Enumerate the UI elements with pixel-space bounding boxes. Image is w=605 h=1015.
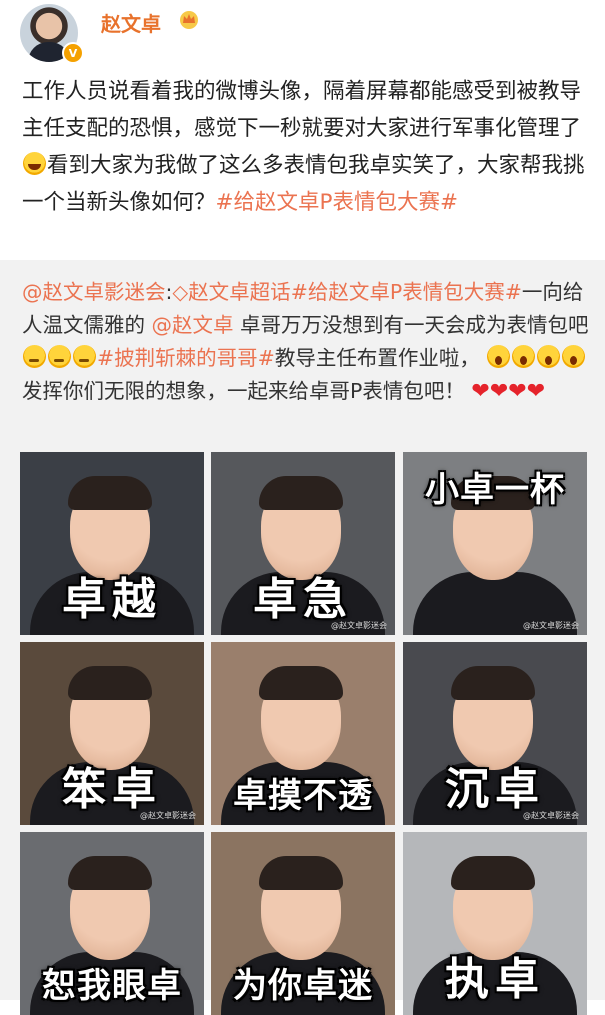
meme-caption: 卓急 (253, 574, 353, 625)
heart-icon: ❤ (526, 379, 546, 404)
post-header: V 赵文卓 (0, 0, 605, 68)
thinking-emoji-icon (23, 345, 46, 368)
meme-watermark: @赵文卓影迷会 (140, 811, 196, 820)
repost-text-3: 教导主任布置作业啦， (274, 346, 480, 370)
meme-person-hair (451, 666, 535, 700)
scream-emoji-icon (512, 345, 536, 368)
meme-watermark: @赵文卓影迷会 (523, 811, 579, 820)
meme-person-hair (68, 476, 152, 510)
meme-image[interactable]: 沉卓 @赵文卓影迷会 (403, 642, 587, 825)
meme-caption: 卓摸不透 (233, 776, 373, 816)
post-text: 工作人员说看着我的微博头像，隔着屏幕都能感受到被教导主任支配的恐惧，感觉下一秒就… (22, 73, 588, 221)
diamond-icon: ◇ (172, 280, 189, 304)
verified-badge: V (62, 42, 84, 64)
thinking-emoji-icon (73, 345, 96, 368)
thinking-emoji-icon (48, 345, 71, 368)
meme-caption: 笨卓 (62, 764, 162, 815)
meme-image[interactable]: 卓摸不透 (211, 642, 395, 825)
scream-emoji-icon (537, 345, 561, 368)
meme-person-hair (259, 666, 343, 700)
meme-image[interactable]: 恕我眼卓 (20, 832, 204, 1015)
meme-person-hair (68, 856, 152, 890)
repost-text-2: 卓哥万万没想到有一天会成为表情包吧 (233, 313, 589, 337)
scream-emoji-icon (487, 345, 511, 368)
meme-person-hair (259, 856, 343, 890)
hashtag-link-2[interactable]: #给赵文卓P表情包大赛# (291, 280, 522, 304)
meme-caption: 执卓 (445, 954, 545, 1005)
post-text-part1: 工作人员说看着我的微博头像，隔着屏幕都能感受到被教导主任支配的恐惧，感觉下一秒就… (22, 79, 582, 141)
meme-image[interactable]: 卓越 (20, 452, 204, 635)
meme-image[interactable]: 执卓 (403, 832, 587, 1015)
repost-text-4: 发挥你们无限的想象，一起来给卓哥P表情包吧！ (22, 379, 465, 403)
username[interactable]: 赵文卓 (101, 8, 161, 37)
meme-person-hair (68, 666, 152, 700)
meme-caption: 沉卓 (445, 764, 545, 815)
meme-image[interactable]: 卓急 @赵文卓影迷会 (211, 452, 395, 635)
mention-link[interactable]: @赵文卓影迷会 (22, 280, 166, 304)
laugh-emoji-icon (23, 152, 46, 175)
crown-icon (180, 11, 198, 29)
meme-person-hair (259, 476, 343, 510)
scream-emoji-icon (562, 345, 586, 368)
repost-card[interactable]: @赵文卓影迷会:◇赵文卓超话#给赵文卓P表情包大赛#一向给人温文儒雅的 @赵文卓… (0, 260, 605, 1015)
meme-watermark: @赵文卓影迷会 (331, 621, 387, 630)
image-grid: 卓越 卓急 @赵文卓影迷会 小卓一杯 @赵文卓影迷会 笨卓 @赵文卓影迷会 卓摸不透 沉卓 @赵文… (20, 452, 587, 1015)
meme-caption: 卓越 (62, 574, 162, 625)
meme-person-hair (451, 856, 535, 890)
super-topic-link[interactable]: 赵文卓超话 (188, 280, 291, 304)
heart-icon: ❤ (489, 379, 509, 404)
meme-image[interactable]: 为你卓迷 (211, 832, 395, 1015)
mention-link-2[interactable]: @赵文卓 (152, 313, 234, 337)
meme-image[interactable]: 笨卓 @赵文卓影迷会 (20, 642, 204, 825)
heart-icon: ❤ (471, 379, 490, 404)
repost-text: @赵文卓影迷会:◇赵文卓超话#给赵文卓P表情包大赛#一向给人温文儒雅的 @赵文卓… (22, 276, 592, 408)
hashtag-link-3[interactable]: #披荆斩棘的哥哥# (97, 346, 275, 370)
heart-icon: ❤ (508, 379, 527, 404)
meme-caption: 小卓一杯 (425, 470, 565, 510)
meme-image[interactable]: 小卓一杯 @赵文卓影迷会 (403, 452, 587, 635)
hashtag-link[interactable]: #给赵文卓P表情包大赛# (216, 190, 459, 215)
meme-watermark: @赵文卓影迷会 (523, 621, 579, 630)
